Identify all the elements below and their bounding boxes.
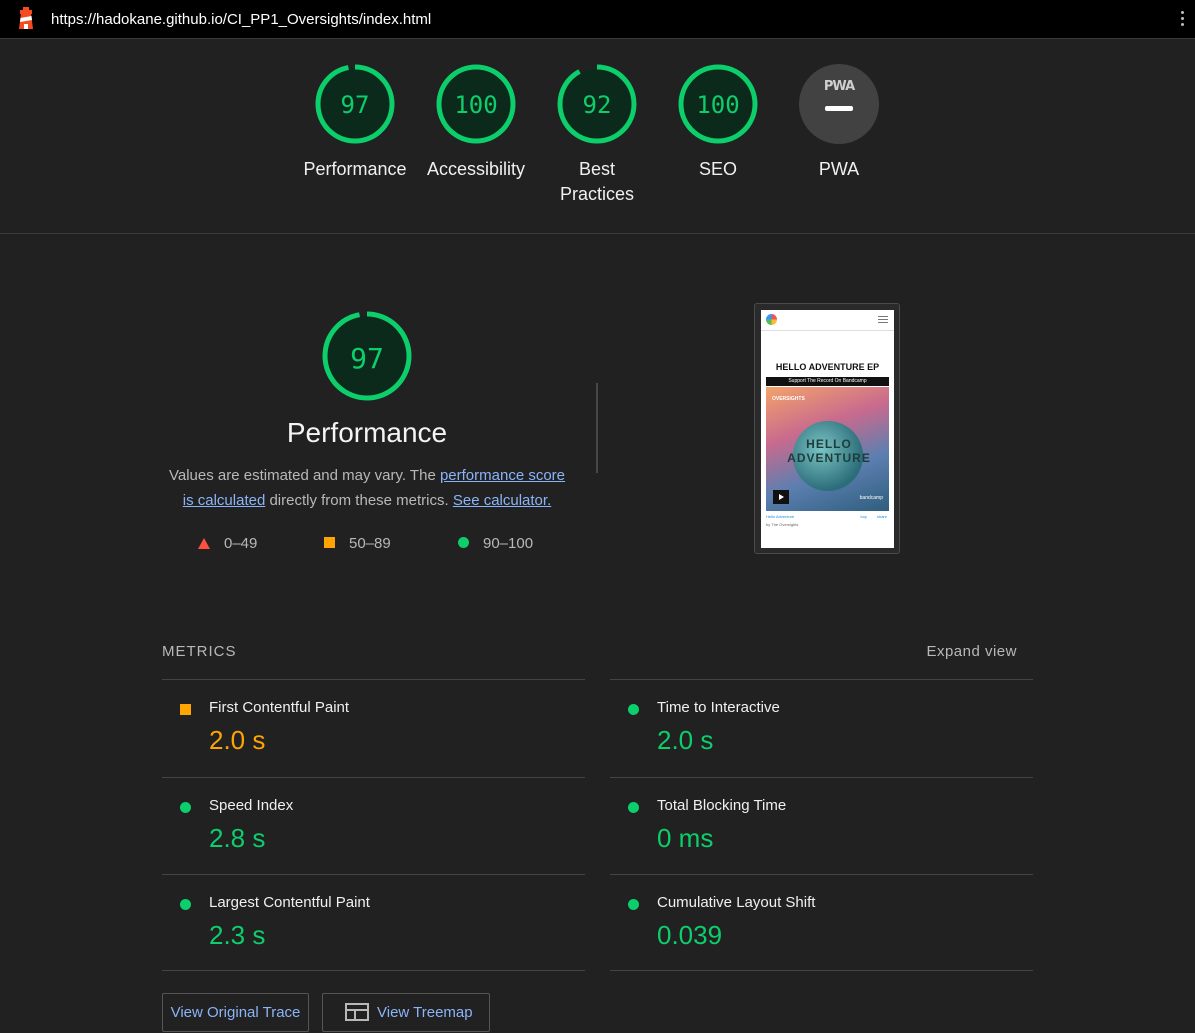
buy-link: buy	[860, 514, 867, 519]
gauge-seo[interactable]: 100 SEO	[658, 64, 778, 182]
screenshot-header	[761, 310, 894, 331]
metric-largest-contentful-paint: Largest Contentful Paint 2.3 s	[162, 874, 585, 971]
divider	[596, 383, 598, 473]
track-artist: by The Oversights	[766, 522, 799, 527]
album-art-text: HELLO ADVENTURE	[787, 437, 871, 465]
metric-total-blocking-time: Total Blocking Time 0 ms	[610, 777, 1033, 874]
track-info: Hello Adventure buy share by The Oversig…	[766, 514, 889, 527]
description-text: Values are estimated and may vary. The	[168, 467, 440, 484]
scores-summary: 97 Performance 100 Accessibility 92 Best…	[0, 40, 1195, 234]
treemap-icon	[345, 1002, 369, 1021]
metric-time-to-interactive: Time to Interactive 2.0 s	[610, 679, 1033, 776]
performance-score: 97	[350, 342, 384, 375]
report-topbar: https://hadokane.github.io/CI_PP1_Oversi…	[0, 0, 1195, 39]
gauge-label: PWA	[818, 159, 860, 179]
gauge-score: 97	[340, 91, 370, 119]
metric-value: 2.0 s	[657, 725, 714, 755]
album-art: OVERSIGHTS HELLO ADVENTURE bandcamp	[766, 387, 889, 511]
album-brand: OVERSIGHTS	[772, 396, 805, 402]
hamburger-menu-icon	[878, 316, 888, 325]
gauge-accessibility[interactable]: 100 Accessibility	[416, 64, 536, 182]
pass-circle-icon	[180, 802, 191, 813]
average-square-icon	[324, 537, 335, 548]
gauge-label: Performance	[303, 159, 407, 179]
expand-view-toggle[interactable]: Expand view	[926, 643, 1017, 660]
pass-circle-icon	[458, 537, 469, 548]
bandcamp-logo: bandcamp	[859, 495, 883, 501]
gauge-label: Accessibility	[426, 159, 526, 179]
gauge-label: SEO	[698, 159, 737, 179]
screenshot-screen: HELLO ADVENTURE EP Support The Record On…	[761, 310, 894, 548]
view-original-trace-button[interactable]: View Original Trace	[162, 993, 309, 1032]
performance-description: Values are estimated and may vary. The p…	[162, 463, 572, 513]
average-square-icon	[180, 704, 191, 715]
metric-first-contentful-paint: First Contentful Paint 2.0 s	[162, 679, 585, 776]
lighthouse-icon	[19, 7, 33, 29]
pwa-icon: PWA	[823, 79, 855, 94]
performance-gauge: 97	[307, 311, 427, 401]
track-name: Hello Adventure	[766, 514, 795, 519]
button-label: View Treemap	[377, 1004, 473, 1021]
legend-average: 50–89	[324, 535, 391, 552]
gauge-score: 100	[696, 91, 740, 119]
report-url: https://hadokane.github.io/CI_PP1_Oversi…	[51, 11, 432, 28]
legend-label: 50–89	[349, 535, 391, 552]
screenshot-banner: Support The Record On Bandcamp	[766, 377, 889, 386]
fail-triangle-icon	[198, 538, 210, 549]
metrics-heading: METRICS	[162, 643, 237, 660]
share-link: share	[876, 514, 887, 519]
legend-pass: 90–100	[458, 535, 533, 552]
screenshot-title: HELLO ADVENTURE EP	[775, 362, 880, 372]
metric-name: Cumulative Layout Shift	[657, 894, 816, 911]
see-calculator-link[interactable]: See calculator.	[453, 492, 551, 509]
gauge-pwa[interactable]: PWA PWA	[779, 64, 899, 182]
gauge-score: 100	[454, 91, 498, 119]
metric-value: 2.0 s	[209, 725, 266, 755]
site-logo-icon	[766, 314, 777, 325]
metric-name: Time to Interactive	[657, 699, 780, 716]
metric-value: 2.3 s	[209, 920, 266, 950]
metric-speed-index: Speed Index 2.8 s	[162, 777, 585, 874]
button-label: View Original Trace	[170, 1004, 301, 1021]
pass-circle-icon	[180, 899, 191, 910]
gauge-label: Best Practices	[559, 159, 635, 204]
metric-name: First Contentful Paint	[209, 699, 350, 716]
metric-name: Largest Contentful Paint	[209, 894, 370, 911]
pass-circle-icon	[628, 802, 639, 813]
play-icon	[773, 490, 789, 504]
metric-cumulative-layout-shift: Cumulative Layout Shift 0.039	[610, 874, 1033, 971]
legend-label: 0–49	[224, 535, 258, 552]
pass-circle-icon	[628, 704, 639, 715]
metric-value: 2.8 s	[209, 823, 266, 853]
pwa-dash-icon	[825, 106, 853, 111]
metric-value: 0.039	[657, 920, 723, 950]
metric-name: Speed Index	[209, 797, 294, 814]
pass-circle-icon	[628, 899, 639, 910]
metric-name: Total Blocking Time	[657, 797, 787, 814]
gauge-performance[interactable]: 97 Performance	[295, 64, 415, 182]
view-treemap-button[interactable]: View Treemap	[322, 993, 490, 1032]
gauge-best-practices[interactable]: 92 Best Practices	[537, 64, 657, 207]
final-screenshot[interactable]: HELLO ADVENTURE EP Support The Record On…	[754, 303, 900, 554]
performance-title: Performance	[286, 417, 448, 448]
gauge-score: 92	[582, 91, 612, 119]
pwa-circle	[799, 64, 879, 144]
legend-fail: 0–49	[198, 535, 257, 552]
kebab-menu-icon[interactable]	[1179, 9, 1185, 29]
description-text: directly from these metrics.	[265, 492, 453, 509]
legend-label: 90–100	[483, 535, 534, 552]
metric-value: 0 ms	[657, 823, 714, 853]
